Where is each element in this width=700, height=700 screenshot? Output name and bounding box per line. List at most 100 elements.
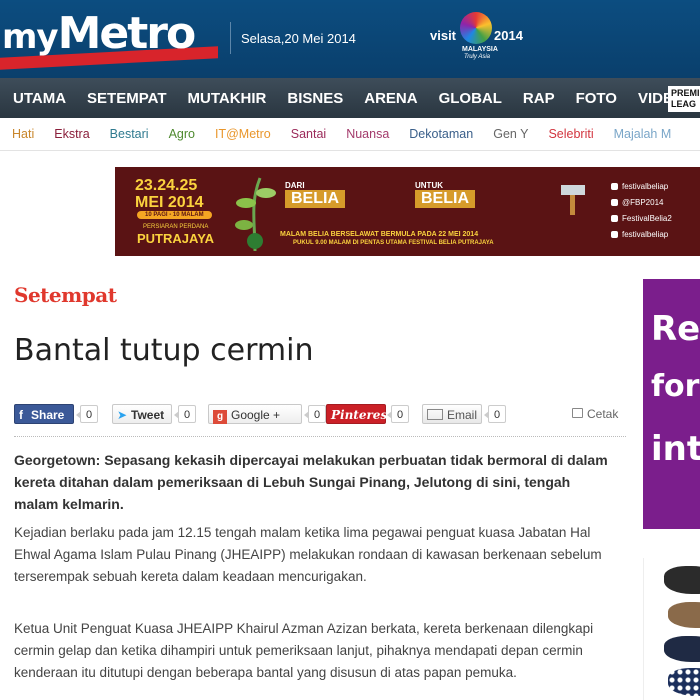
banner-tagline-2: PUKUL 9.00 MALAM DI PENTAS UTAMA FESTIVA… <box>293 240 494 246</box>
facebook-icon: f <box>19 408 23 422</box>
social-text: festivalbeliap <box>622 182 669 191</box>
premier-league-link[interactable]: PREMI LEAG <box>668 86 700 112</box>
visit-label: visit <box>430 28 457 43</box>
article-paragraph-1: Kejadian berlaku pada jam 12.15 tengah m… <box>14 525 602 584</box>
sidebar-ad-purple[interactable]: Re for int <box>643 279 700 529</box>
social-text: festivalbeliap <box>622 230 669 239</box>
subnav-geny[interactable]: Gen Y <box>481 127 536 141</box>
pinterest-button[interactable]: Pinterest <box>326 404 393 424</box>
subnav-majalah-m[interactable]: Majalah M <box>602 127 680 141</box>
print-icon <box>572 408 583 418</box>
subnav-bestari[interactable]: Bestari <box>98 127 157 141</box>
banner-venue-small: PERSIARAN PERDANA <box>143 224 209 230</box>
belia-label-1: BELIA <box>285 190 345 208</box>
banner-dates-block: 23.24.25 MEI 2014 <box>135 177 203 211</box>
festival-belia-banner[interactable]: 23.24.25 MEI 2014 10 PAGI - 10 MALAM PER… <box>115 167 700 256</box>
tweet-button[interactable]: ➤ Tweet <box>112 404 172 424</box>
shoe-image <box>664 636 700 662</box>
visit-malaysia-logo[interactable]: visit 2014 MALAYSIA Truly Asia <box>430 12 526 62</box>
untuk-belia-logo: UNTUK BELIA <box>415 181 475 208</box>
share-bar: f Share 0 ➤ Tweet 0 g Google + 0 Pinterest … <box>14 404 626 430</box>
subnav-itmetro[interactable]: IT@Metro <box>203 127 279 141</box>
section-label[interactable]: Setempat <box>14 283 117 307</box>
article-title: Bantal tutup cermin <box>14 333 314 368</box>
ad-text-3: int <box>651 429 700 469</box>
dari-label: DARI <box>285 181 305 190</box>
twitter-icon <box>611 199 618 207</box>
banner-hours: 10 PAGI - 10 MALAM <box>137 211 212 219</box>
header-date: Selasa,20 Mei 2014 <box>241 31 356 46</box>
email-count: 0 <box>484 405 506 423</box>
subnav-ekstra[interactable]: Ekstra <box>42 127 97 141</box>
pinterest-count: 0 <box>387 405 409 423</box>
banner-month: MEI 2014 <box>135 194 204 211</box>
nav-utama[interactable]: UTAMA <box>0 90 74 107</box>
twitter-icon: ➤ <box>117 408 128 422</box>
flower-icon <box>460 12 492 44</box>
google-plus-button[interactable]: g Google + <box>208 404 302 424</box>
ad-text-2: for <box>651 369 700 404</box>
site-header: my Metro Selasa,20 Mei 2014 visit 2014 M… <box>0 0 700 78</box>
pinterest-label: Pinterest <box>331 408 393 422</box>
visit-year: 2014 <box>494 28 523 43</box>
hammer-icon <box>561 185 585 215</box>
facebook-icon <box>611 183 618 191</box>
logo-metro: Metro <box>57 8 197 59</box>
banner-dates: 23.24.25 <box>135 177 198 194</box>
nav-mutakhir[interactable]: MUTAKHIR <box>175 90 275 107</box>
facebook-share-label: Share <box>31 408 65 422</box>
facebook-share-button[interactable]: f Share <box>14 404 74 424</box>
subnav-selebriti[interactable]: Selebriti <box>536 127 601 141</box>
instagram-icon <box>611 215 618 223</box>
shoe-image <box>664 566 700 594</box>
untuk-label: UNTUK <box>415 181 443 190</box>
print-label: Cetak <box>587 407 619 421</box>
nav-arena[interactable]: ARENA <box>351 90 425 107</box>
ad-text-1: Re <box>651 309 700 349</box>
main-nav: UTAMA SETEMPAT MUTAKHIR BISNES ARENA GLO… <box>0 78 700 118</box>
social-text: FestivalBelia2 <box>622 214 672 223</box>
plant-icon <box>235 177 276 251</box>
sub-nav: Hati Ekstra Bestari Agro IT@Metro Santai… <box>0 118 700 151</box>
header-divider <box>230 22 231 54</box>
print-link[interactable]: Cetak <box>572 407 618 421</box>
subnav-agro[interactable]: Agro <box>157 127 203 141</box>
email-icon <box>427 409 443 420</box>
nav-setempat[interactable]: SETEMPAT <box>74 90 174 107</box>
subnav-dekotaman[interactable]: Dekotaman <box>397 127 481 141</box>
banner-tagline: MALAM BELIA BERSELAWAT BERMULA PADA 22 M… <box>280 231 479 238</box>
nav-global[interactable]: GLOBAL <box>426 90 510 107</box>
belia-label-2: BELIA <box>415 190 475 208</box>
nav-bisnes[interactable]: BISNES <box>274 90 351 107</box>
mymetro-logo[interactable]: my Metro <box>2 8 197 60</box>
share-divider <box>14 436 626 437</box>
banner-venue: PUTRAJAYA <box>137 231 215 246</box>
subnav-santai[interactable]: Santai <box>279 127 334 141</box>
google-icon: g <box>213 410 227 424</box>
email-button[interactable]: Email <box>422 404 482 424</box>
google-label: Google + <box>231 408 281 422</box>
email-label: Email <box>447 408 478 422</box>
globe-icon <box>611 231 618 239</box>
sidebar-ad-shoes[interactable] <box>643 558 700 700</box>
logo-my: my <box>2 17 59 57</box>
shoe-image <box>668 668 700 696</box>
article-paragraph-2: Ketua Unit Penguat Kuasa JHEAIPP Khairul… <box>14 621 594 680</box>
article-lead: Georgetown: Sepasang kekasih dipercayai … <box>14 452 608 512</box>
web-handle: festivalbeliap <box>611 227 672 243</box>
shoe-image <box>668 602 700 628</box>
nav-foto[interactable]: FOTO <box>563 90 625 107</box>
banner-social-list: festivalbeliap @FBP2014 FestivalBelia2 f… <box>611 179 672 243</box>
facebook-handle: festivalbeliap <box>611 179 672 195</box>
nav-rap[interactable]: RAP <box>510 90 563 107</box>
dari-belia-logo: DARI BELIA <box>285 181 345 208</box>
visit-tagline: Truly Asia <box>464 54 491 60</box>
twitter-handle: @FBP2014 <box>611 195 672 211</box>
social-text: @FBP2014 <box>622 198 664 207</box>
tweet-label: Tweet <box>131 408 165 422</box>
subnav-nuansa[interactable]: Nuansa <box>334 127 397 141</box>
visit-country: MALAYSIA <box>462 46 498 53</box>
twitter-count: 0 <box>174 405 196 423</box>
facebook-count: 0 <box>76 405 98 423</box>
subnav-hati[interactable]: Hati <box>0 127 42 141</box>
